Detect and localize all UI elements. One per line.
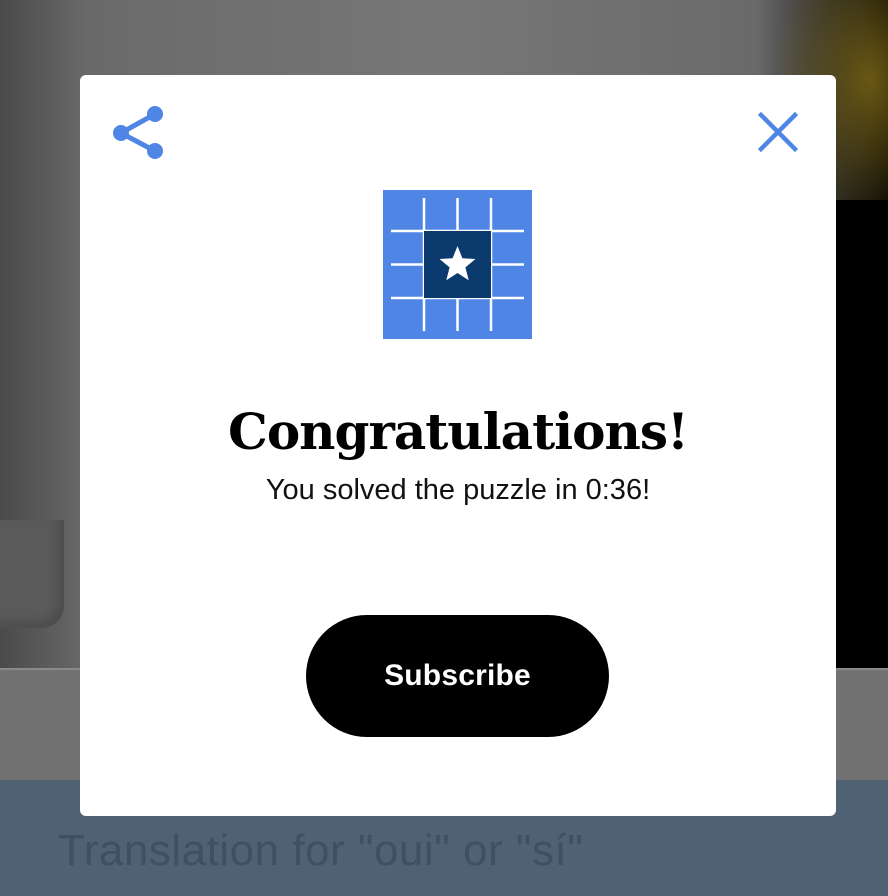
congratulations-modal: Congratulations! You solved the puzzle i…	[80, 75, 836, 816]
congratulations-title: Congratulations!	[228, 402, 689, 461]
close-button[interactable]	[748, 102, 808, 162]
share-button[interactable]	[108, 102, 168, 162]
background-tile	[0, 520, 64, 628]
background-clue-text: Translation for "oui" or "sí"	[58, 826, 584, 875]
close-icon	[758, 112, 798, 152]
screen: Translation for "oui" or "sí" Congratula…	[0, 0, 888, 896]
share-icon	[113, 106, 163, 159]
mini-crossword-star-icon	[383, 190, 532, 339]
solve-time-message: You solved the puzzle in 0:36!	[265, 474, 651, 506]
background-dark-region	[836, 200, 888, 670]
subscribe-button[interactable]: Subscribe	[306, 615, 609, 737]
